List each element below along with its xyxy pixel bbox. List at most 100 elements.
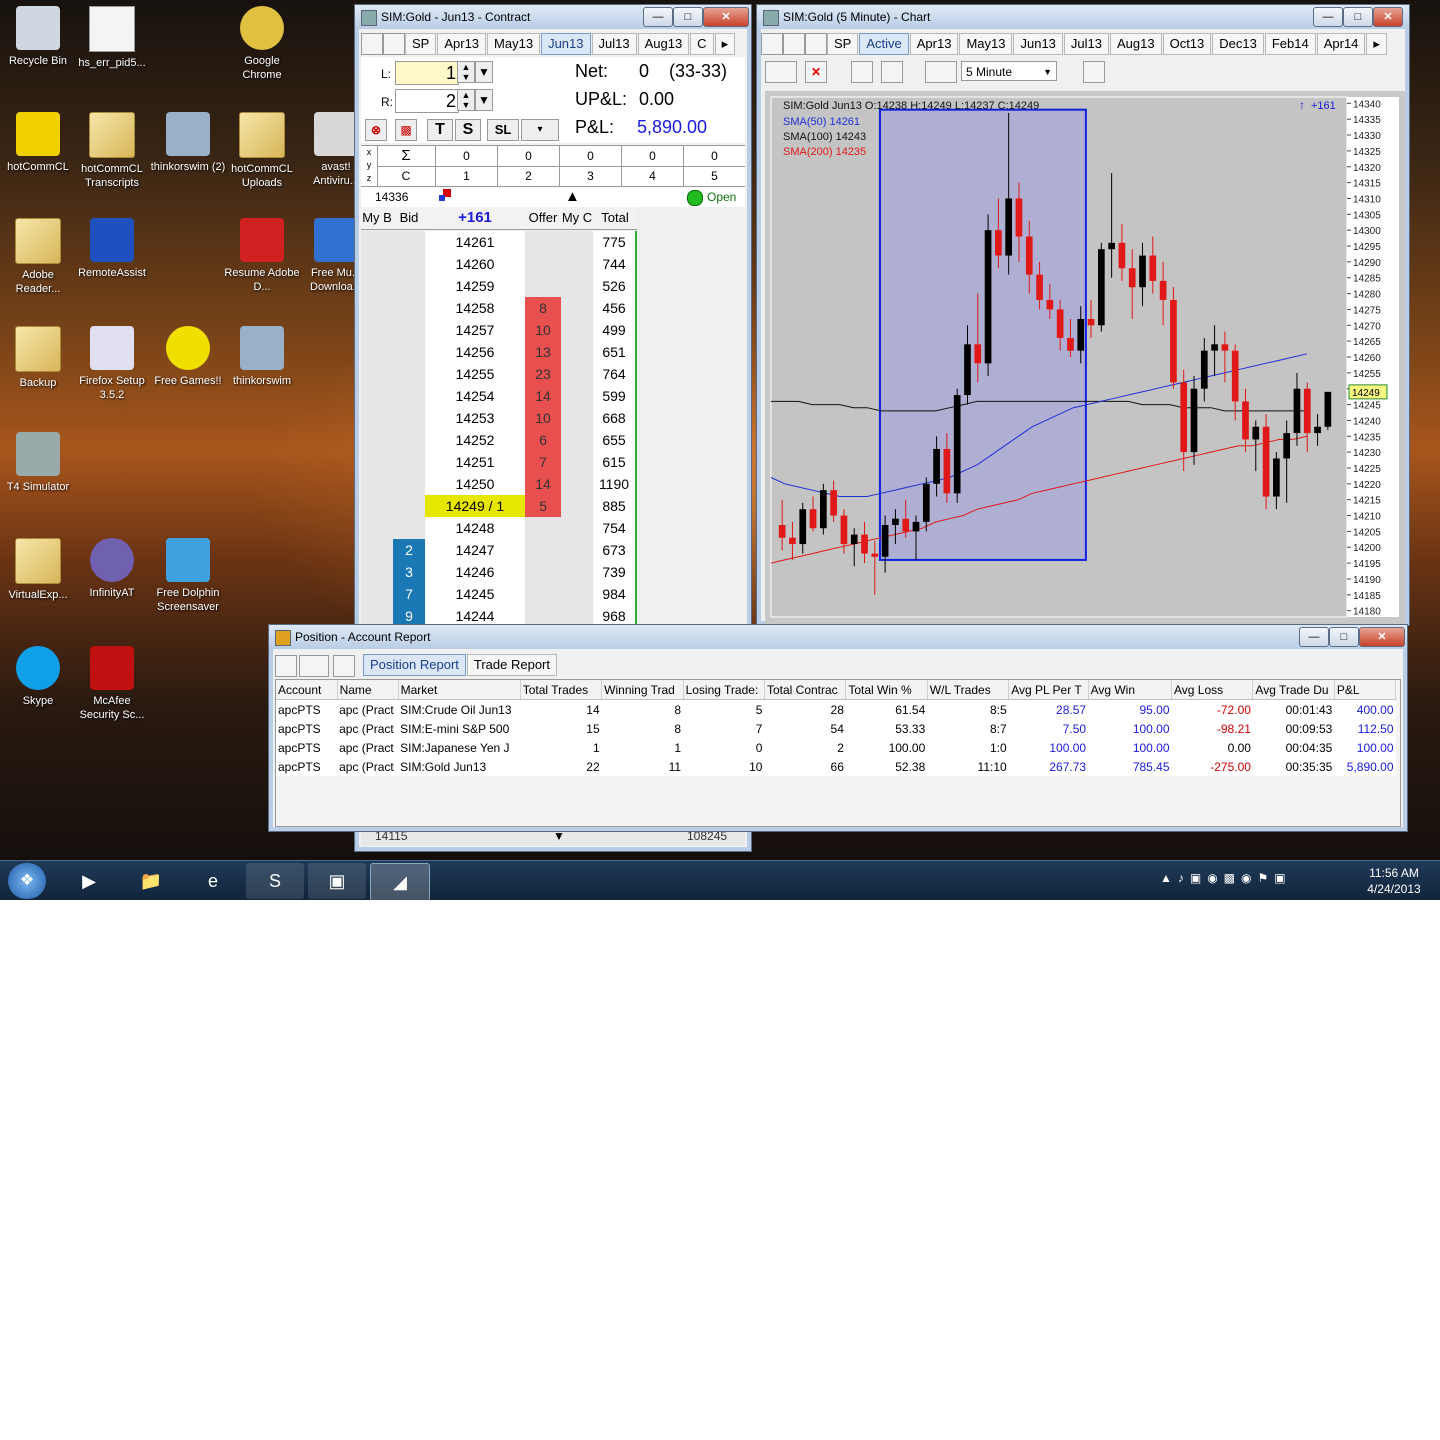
desktop-icon[interactable]: Backup xyxy=(0,326,76,390)
table-row[interactable]: apcPTS apc (Pract SIM:E-mini S&P 500 15 8 7 54… xyxy=(276,719,1396,738)
offer-cell[interactable]: 10 xyxy=(525,407,561,429)
price-cell[interactable]: 14261 xyxy=(425,231,525,253)
candle-body[interactable] xyxy=(1211,344,1218,351)
settings-icon[interactable] xyxy=(275,655,297,677)
candle-body[interactable] xyxy=(799,509,807,545)
my-offer-cell[interactable] xyxy=(561,297,593,319)
offer-cell[interactable] xyxy=(525,253,561,275)
offer-cell[interactable] xyxy=(525,231,561,253)
my-bid-cell[interactable] xyxy=(361,297,393,319)
candle-body[interactable] xyxy=(953,395,961,494)
bid-cell[interactable] xyxy=(393,495,425,517)
data-window-icon[interactable] xyxy=(1083,61,1105,83)
candle-body[interactable] xyxy=(1015,198,1023,237)
candle-body[interactable] xyxy=(840,515,848,545)
candle-body[interactable] xyxy=(964,344,971,396)
price-cell[interactable]: 14254 xyxy=(425,385,525,407)
my-offer-cell[interactable] xyxy=(561,473,593,495)
offer-cell[interactable]: 23 xyxy=(525,363,561,385)
candle-body[interactable] xyxy=(861,534,868,554)
candle-body[interactable] xyxy=(1262,426,1270,497)
desktop-icon[interactable]: Recycle Bin xyxy=(0,6,76,68)
tab-aug13[interactable]: Aug13 xyxy=(1109,33,1162,55)
column-header[interactable]: Total Win % xyxy=(845,680,928,700)
close-button[interactable]: ✕ xyxy=(1359,627,1405,647)
my-offer-cell[interactable] xyxy=(561,451,593,473)
my-bid-cell[interactable] xyxy=(361,231,393,253)
table-row[interactable]: apcPTS apc (Pract SIM:Japanese Yen J 1 1 0 2 10… xyxy=(276,738,1396,757)
minimize-button[interactable]: — xyxy=(1313,7,1343,27)
candle-body[interactable] xyxy=(1159,280,1167,300)
grid-cell[interactable]: 0 xyxy=(497,146,559,166)
my-offer-cell[interactable] xyxy=(561,583,593,605)
my-offer-cell[interactable] xyxy=(561,539,593,561)
print-icon[interactable] xyxy=(783,33,805,55)
candle-body[interactable] xyxy=(778,525,786,538)
my-bid-cell[interactable] xyxy=(361,583,393,605)
tab-jun13[interactable]: Jun13 xyxy=(541,33,591,55)
table-row[interactable]: apcPTS apc (Pract SIM:Gold Jun13 22 11 10 66 52… xyxy=(276,757,1396,776)
grid-icon[interactable]: ▩ xyxy=(395,119,417,141)
my-offer-cell[interactable] xyxy=(561,561,593,583)
candle-body[interactable] xyxy=(1128,268,1136,288)
tab-trade-report[interactable]: Trade Report xyxy=(466,654,557,676)
price-cell[interactable]: 14257 xyxy=(425,319,525,341)
grid-cell[interactable]: 0 xyxy=(435,146,497,166)
desktop-icon[interactable]: T4 Simulator xyxy=(0,432,76,494)
column-header[interactable]: Avg Win xyxy=(1088,680,1173,700)
clock[interactable]: 11:56 AM 4/24/2013 xyxy=(1352,865,1436,897)
my-offer-cell[interactable] xyxy=(561,341,593,363)
tab-apr14[interactable]: Apr14 xyxy=(1316,33,1366,55)
skype-icon[interactable]: S xyxy=(246,863,304,899)
candle-body[interactable] xyxy=(1149,255,1157,281)
desktop-icon[interactable]: Google Chrome xyxy=(224,6,300,82)
contract-titlebar[interactable]: SIM:Gold - Jun13 - Contract — □ ✕ xyxy=(355,5,751,29)
tab-apr13[interactable]: Apr13 xyxy=(909,33,959,55)
price-cell[interactable]: 14255 xyxy=(425,363,525,385)
price-cell[interactable]: 14248 xyxy=(425,517,525,539)
candle-body[interactable] xyxy=(1221,344,1229,351)
bid-cell[interactable] xyxy=(393,275,425,297)
tab-feb14[interactable]: Feb14 xyxy=(1264,33,1316,55)
bid-cell[interactable] xyxy=(393,319,425,341)
tool-t-button[interactable]: T xyxy=(427,119,453,141)
candle-body[interactable] xyxy=(922,483,930,522)
candle-body[interactable] xyxy=(789,537,796,545)
grid-cell[interactable]: 0 xyxy=(559,146,621,166)
tab-c[interactable]: C xyxy=(690,33,714,55)
candle-body[interactable] xyxy=(1097,249,1105,326)
candle-body[interactable] xyxy=(1303,388,1311,434)
offer-cell[interactable] xyxy=(525,583,561,605)
tab-scroll-right[interactable]: ▸ xyxy=(714,33,736,55)
grid-cell[interactable]: 5 xyxy=(683,166,745,186)
r-quantity-input[interactable] xyxy=(395,89,459,113)
tab-oct13[interactable]: Oct13 xyxy=(1162,33,1212,55)
bid-cell[interactable] xyxy=(393,451,425,473)
r-dropdown[interactable]: ▼ xyxy=(475,89,493,111)
candle-body[interactable] xyxy=(809,509,817,529)
price-cell[interactable]: 14258 xyxy=(425,297,525,319)
sp-dropdown[interactable]: SP xyxy=(405,33,437,55)
candle-body[interactable] xyxy=(912,521,920,532)
my-offer-cell[interactable] xyxy=(561,517,593,539)
candle-body[interactable] xyxy=(850,534,858,545)
my-bid-cell[interactable] xyxy=(361,451,393,473)
maximize-button[interactable]: □ xyxy=(673,7,703,27)
candlestick-chart[interactable]: 14340 14335 14330 14325 14320 14315 14310 14305… xyxy=(765,91,1405,625)
zoom-in-icon[interactable] xyxy=(851,61,873,83)
candle-body[interactable] xyxy=(1005,198,1013,256)
tool-s-button[interactable]: S xyxy=(455,119,481,141)
candle-body[interactable] xyxy=(902,518,910,532)
price-cell[interactable]: 14259 xyxy=(425,275,525,297)
column-header[interactable]: Total Contrac xyxy=(764,680,847,700)
minimize-button[interactable]: — xyxy=(1299,627,1329,647)
price-cell[interactable]: 14250 xyxy=(425,473,525,495)
filter-icon[interactable] xyxy=(333,655,355,677)
maximize-button[interactable]: □ xyxy=(1329,627,1359,647)
sp-dropdown[interactable]: SP xyxy=(827,33,859,55)
grid-cell[interactable]: 1 xyxy=(435,166,497,186)
my-offer-cell[interactable] xyxy=(561,231,593,253)
print-icon[interactable] xyxy=(299,655,329,677)
grid-cell[interactable]: 3 xyxy=(559,166,621,186)
my-offer-cell[interactable] xyxy=(561,429,593,451)
